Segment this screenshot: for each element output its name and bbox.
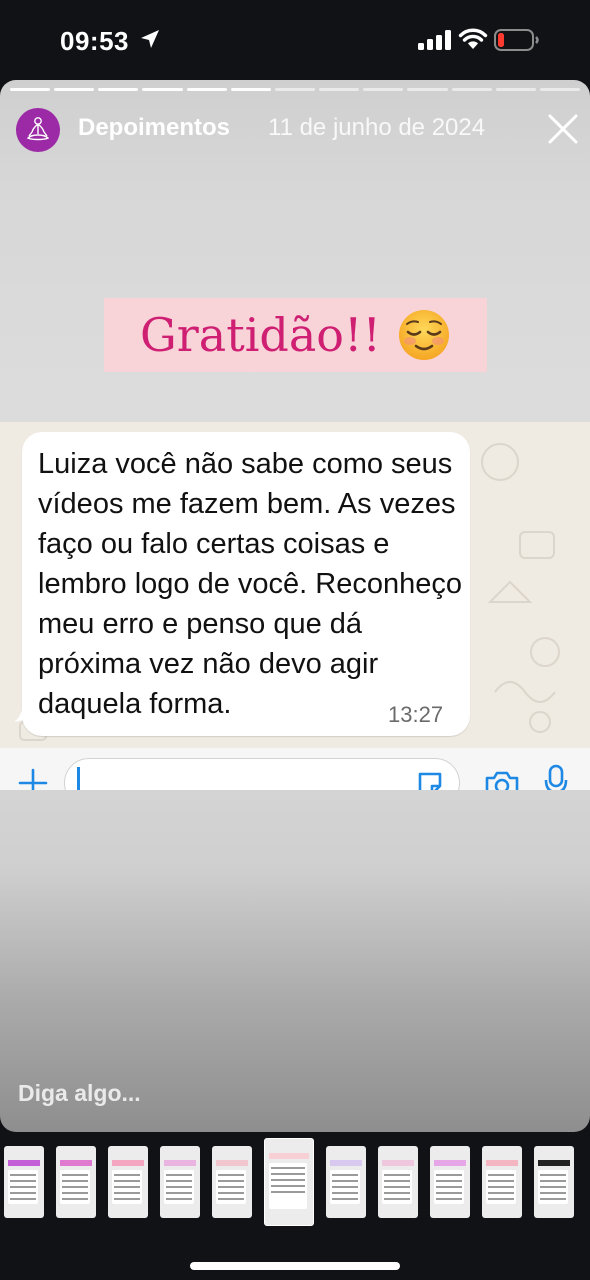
story-progress-bar: [10, 88, 581, 92]
home-indicator[interactable]: [190, 1262, 400, 1270]
progress-segment: [98, 88, 139, 91]
progress-segment: [407, 88, 448, 91]
battery-low-icon: [494, 29, 539, 51]
story-thumbnail[interactable]: [56, 1146, 96, 1218]
story-thumbnail[interactable]: [108, 1146, 148, 1218]
progress-segment: [230, 88, 271, 91]
chat-message-field: [64, 758, 460, 790]
plus-icon: [18, 768, 48, 790]
progress-segment: [539, 88, 581, 91]
story-date: 11 de junho de 2024: [268, 114, 486, 141]
text-cursor: [77, 767, 80, 790]
avatar[interactable]: [16, 108, 60, 152]
gratitude-banner: Gratidão!!: [104, 298, 487, 372]
story-thumbnail[interactable]: [4, 1146, 44, 1218]
story-thumbnail[interactable]: [534, 1146, 574, 1218]
story-thumbnail[interactable]: [430, 1146, 470, 1218]
wifi-icon: [458, 28, 488, 49]
location-arrow-icon: [141, 30, 159, 48]
progress-segment: [319, 88, 360, 91]
progress-segment: [54, 88, 95, 91]
message-bubble: Luiza você não sabe como seus vídeos me …: [22, 432, 470, 736]
story-thumbnail[interactable]: [264, 1138, 314, 1226]
progress-segment: [451, 88, 492, 91]
status-time: 09:53: [60, 26, 129, 56]
story-username[interactable]: Depoimentos: [78, 114, 230, 142]
reply-input[interactable]: Diga algo...: [18, 1080, 141, 1107]
meditation-logo-icon: [26, 117, 50, 141]
progress-segment: [274, 88, 316, 91]
chat-input-bar: [0, 748, 590, 790]
progress-segment: [142, 88, 183, 91]
progress-segment: [495, 88, 536, 91]
relieved-face-emoji-icon: [398, 310, 449, 360]
sticker-icon: [418, 772, 442, 790]
cellular-signal-icon: [418, 30, 451, 50]
message-time: 13:27: [388, 702, 444, 727]
story-viewer[interactable]: Depoimentos 11 de junho de 2024 Gratidão…: [0, 80, 590, 1132]
camera-icon: [485, 771, 519, 790]
status-bar: 09:53: [0, 0, 590, 80]
banner-text: Gratidão!!: [140, 308, 381, 362]
message-text: Luiza você não sabe como seus vídeos me …: [38, 448, 462, 720]
chat-screenshot: Luiza você não sabe como seus vídeos me …: [0, 422, 590, 748]
story-thumbnail[interactable]: [326, 1146, 366, 1218]
story-thumbnail[interactable]: [160, 1146, 200, 1218]
close-icon[interactable]: [544, 110, 582, 148]
story-thumbnail[interactable]: [482, 1146, 522, 1218]
story-thumbnails: [0, 1132, 590, 1242]
bubble-tail: [14, 702, 34, 722]
story-thumbnail[interactable]: [212, 1146, 252, 1218]
story-thumbnail[interactable]: [378, 1146, 418, 1218]
microphone-icon: [544, 764, 568, 790]
progress-segment: [10, 88, 51, 91]
progress-segment: [363, 88, 404, 91]
progress-segment: [186, 88, 227, 91]
